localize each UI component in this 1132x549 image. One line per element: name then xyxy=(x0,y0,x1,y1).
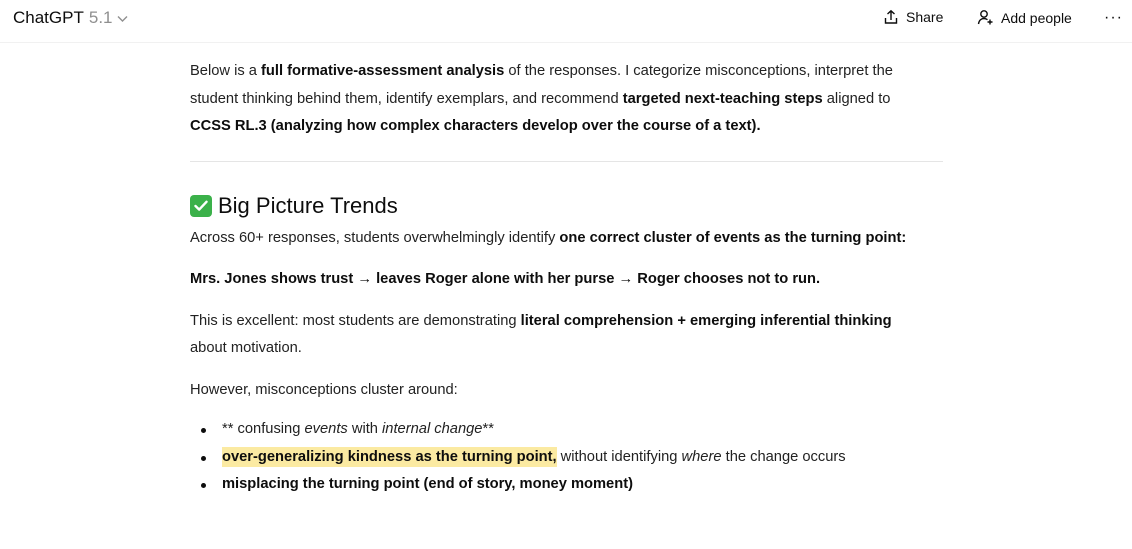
model-name: ChatGPT xyxy=(13,8,84,27)
bullet-2-text-2: the change occurs xyxy=(721,448,846,465)
paragraph-event-chain: Mrs. Jones shows trust → leaves Roger al… xyxy=(190,266,930,294)
intro-text-1: Below is a xyxy=(190,63,262,79)
add-people-button[interactable]: Add people xyxy=(977,9,1072,26)
list-item: over-generalizing kindness as the turnin… xyxy=(190,444,930,472)
section-heading: Big Picture Trends xyxy=(190,192,930,220)
p4-text: However, misconceptions cluster around: xyxy=(190,381,458,398)
section-heading-text: Big Picture Trends xyxy=(218,192,398,218)
p3-text-1: This is excellent: most students are dem… xyxy=(190,312,521,329)
intro-text-3: aligned to xyxy=(822,90,891,107)
bullet-1-text-1: ** confusing xyxy=(222,421,305,437)
p1-bold: one correct cluster of events as the tur… xyxy=(559,229,907,246)
scroll-fade xyxy=(0,505,1132,549)
more-options-icon[interactable]: ··· xyxy=(1104,10,1123,26)
share-icon xyxy=(883,9,899,25)
list-item: ** confusing events with internal change… xyxy=(190,416,930,444)
p2-bold: Mrs. Jones shows trust → leaves Roger al… xyxy=(190,271,821,287)
bullet-1-text-2: with xyxy=(347,421,383,437)
header-divider xyxy=(0,42,1132,43)
p3-text-2: about motivation. xyxy=(190,340,302,356)
chevron-down-icon xyxy=(117,15,128,23)
share-button[interactable]: Share xyxy=(883,9,943,25)
paragraph-excellent: This is excellent: most students are dem… xyxy=(190,308,930,363)
bullet-2-text-1: without identifying xyxy=(556,448,682,465)
share-label: Share xyxy=(906,9,944,25)
section-divider xyxy=(190,160,943,162)
top-bar: ChatGPT 5.1 Share Add people ··· xyxy=(0,0,1132,40)
p3-bold: literal comprehension + emerging inferen… xyxy=(520,312,892,329)
intro-paragraph: Below is a full formative-assessment ana… xyxy=(190,58,930,141)
bullet-2-italic: where xyxy=(681,448,722,465)
model-version: 5.1 xyxy=(88,8,113,27)
p1-text: Across 60+ responses, students overwhelm… xyxy=(190,229,560,246)
model-selector[interactable]: ChatGPT 5.1 xyxy=(13,8,128,28)
add-person-icon xyxy=(977,9,994,26)
misconception-list: ** confusing events with internal change… xyxy=(190,416,930,499)
intro-bold-3: CCSS RL.3 (analyzing how complex charact… xyxy=(190,118,761,134)
assistant-message: Below is a full formative-assessment ana… xyxy=(190,58,943,499)
bullet-1-text-3: ** xyxy=(482,421,494,437)
intro-bold-2: targeted next-teaching steps xyxy=(622,90,823,107)
paragraph-responses: Across 60+ responses, students overwhelm… xyxy=(190,225,930,253)
bullet-1-italic-2: internal change xyxy=(382,421,483,437)
paragraph-misconceptions: However, misconceptions cluster around: xyxy=(190,377,930,405)
list-item: misplacing the turning point (end of sto… xyxy=(190,471,930,499)
bullet-1-italic-1: events xyxy=(304,421,348,437)
bullet-2-highlight: over-generalizing kindness as the turnin… xyxy=(222,446,557,467)
add-people-label: Add people xyxy=(1001,9,1072,26)
check-mark-icon xyxy=(190,194,212,217)
intro-bold-1: full formative-assessment analysis xyxy=(261,63,505,79)
bullet-3-bold: misplacing the turning point (end of sto… xyxy=(222,476,633,492)
